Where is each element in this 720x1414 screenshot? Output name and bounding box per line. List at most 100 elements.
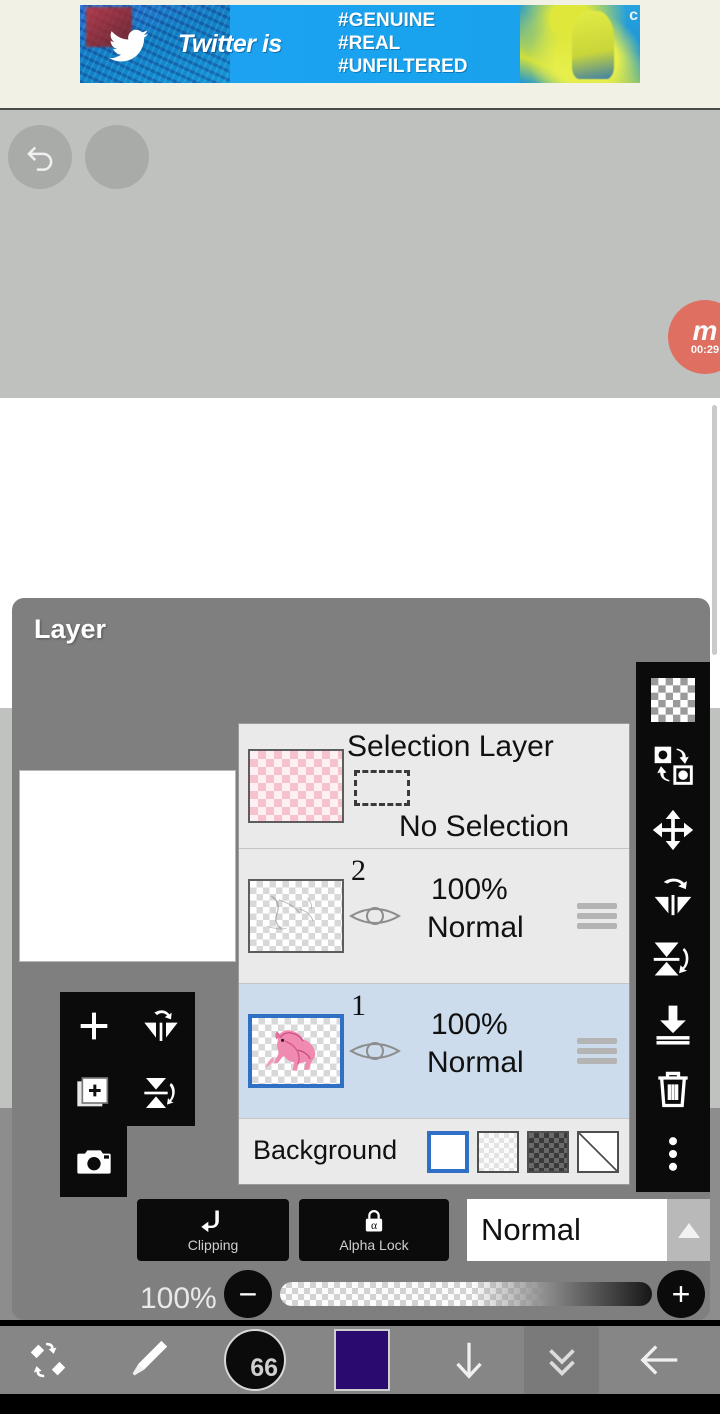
brush-size-value: 66 [250,1354,278,1382]
page-title: Layer [34,614,107,644]
rotate-flip-h-button[interactable] [647,869,699,921]
swap-layers-button[interactable] [647,739,699,791]
more-options-button[interactable] [647,1128,699,1180]
undo-button[interactable] [8,125,72,189]
layer-2-drag-handle-icon[interactable] [577,903,617,929]
left-layer-toolbar [60,992,195,1197]
opacity-row: 100% − + [12,1270,710,1328]
background-none[interactable] [577,1131,619,1173]
layer-1-artwork [265,1030,316,1071]
duplicate-layer-icon [76,1076,108,1106]
left-arrow-icon [639,1345,677,1375]
ad-banner[interactable]: Twitter is #GENUINE #REAL #UNFILTERED c [80,5,640,83]
brush-eraser-swap-button[interactable] [0,1326,96,1394]
background-light-checker[interactable] [477,1131,519,1173]
alpha-lock-label: Alpha Lock [339,1237,409,1253]
flip-horizontal-rotate-icon [654,878,692,915]
layer-1-visibility-toggle[interactable] [347,1034,403,1068]
clipping-button[interactable]: Clipping [137,1199,289,1261]
twitter-bird-icon [102,25,162,69]
system-navigation-strip [0,1394,720,1414]
opacity-increase-button[interactable]: + [657,1270,705,1318]
undo-arrow-icon [27,146,53,171]
layer-panel: Layer Selection Layer No Selection 2 100… [12,598,710,1320]
recorder-logo: m [692,314,718,346]
dashed-rectangle-icon [354,770,410,806]
background-dark-checker[interactable] [527,1131,569,1173]
advertisement-bar: Twitter is #GENUINE #REAL #UNFILTERED c [0,0,720,110]
selection-layer-status: No Selection [399,810,570,843]
layer-1-thumbnail[interactable] [248,1014,344,1088]
add-layer-button[interactable] [60,992,127,1059]
merge-down-button[interactable] [647,998,699,1050]
right-layer-toolbar [636,662,710,1192]
triangle-up-icon[interactable] [667,1199,710,1261]
delete-layer-button[interactable] [647,1063,699,1115]
layer-2-visibility-toggle[interactable] [347,899,403,933]
alpha-lock-icon: α [365,1210,383,1232]
layer-row-background[interactable]: Background [239,1119,629,1183]
ad-corner-label: c [629,7,638,24]
layer-2-opacity: 100% [431,873,508,906]
brush-eraser-swap-icon [30,1342,66,1378]
layer-2-artwork [267,895,314,930]
layer-1-opacity: 100% [431,1008,508,1041]
layer-2-thumbnail[interactable] [248,879,344,953]
canvas-scrollbar[interactable] [712,405,717,655]
back-button[interactable] [599,1326,720,1394]
alpha-lock-button[interactable]: α Alpha Lock [299,1199,449,1261]
download-button[interactable] [414,1326,524,1394]
layer-mode-row: Clipping α Alpha Lock Normal [137,1199,710,1261]
brush-tool-button[interactable] [96,1326,200,1394]
rotate-flip-v-button[interactable] [647,933,699,985]
opacity-value: 100% [140,1282,217,1315]
background-white[interactable] [427,1131,469,1173]
background-label: Background [253,1135,398,1165]
layer-row-1[interactable]: 1 100% Normal [239,984,629,1119]
ad-hashtag-3: #UNFILTERED [338,56,468,77]
layer-1-number: 1 [351,989,366,1022]
layer-2-number: 2 [351,854,366,887]
merge-down-icon [656,1005,690,1045]
checkerboard-icon [651,678,695,723]
selection-layer-title: Selection Layer [347,730,554,763]
brush-size-button[interactable]: 66 [200,1326,310,1394]
plus-icon [80,1012,107,1039]
recorder-timer: 00:29 [690,343,720,356]
move-layer-button[interactable] [647,804,699,856]
canvas-preview-thumbnail[interactable] [19,770,236,962]
blend-mode-select[interactable]: Normal [467,1199,710,1261]
clipping-arrow-icon [201,1210,219,1233]
layer-1-drag-handle-icon[interactable] [577,1038,617,1064]
layer-2-blend-mode: Normal [427,911,524,944]
ad-hashtags: #GENUINE #REAL #UNFILTERED [338,9,467,78]
flip-vertical-icon [144,1077,175,1108]
duplicate-layer-button[interactable] [60,1059,127,1126]
flip-horizontal-button[interactable] [127,992,195,1059]
redo-button[interactable] [85,125,149,189]
brush-size-icon[interactable]: 66 [224,1329,286,1391]
ad-hashtag-2: #REAL [338,33,401,54]
selection-layer-thumbnail[interactable] [248,749,344,823]
camera-icon [76,1149,111,1174]
blend-mode-value: Normal [481,1212,581,1247]
flip-vertical-button[interactable] [127,1059,195,1126]
collapse-toolbar-button[interactable] [524,1326,599,1394]
color-square-icon[interactable] [334,1329,390,1391]
opacity-decrease-button[interactable]: − [224,1270,272,1318]
camera-import-button[interactable] [60,1126,127,1197]
opacity-slider[interactable] [280,1282,652,1306]
layer-1-blend-mode: Normal [427,1046,524,1079]
move-arrows-icon [652,809,694,851]
ad-headline: Twitter is [178,30,282,58]
transparency-button[interactable] [647,674,699,726]
layer-row-selection[interactable]: Selection Layer No Selection [239,724,629,849]
ad-person-image [520,5,640,83]
layer-row-2[interactable]: 2 100% Normal [239,849,629,984]
flip-vertical-rotate-icon [653,942,689,976]
vertical-dots-icon [668,1136,678,1171]
color-swatch-button[interactable] [310,1326,414,1394]
svg-text:α: α [371,1219,377,1232]
ad-hashtag-1: #GENUINE [338,10,436,31]
double-chevron-down-icon [548,1349,575,1376]
